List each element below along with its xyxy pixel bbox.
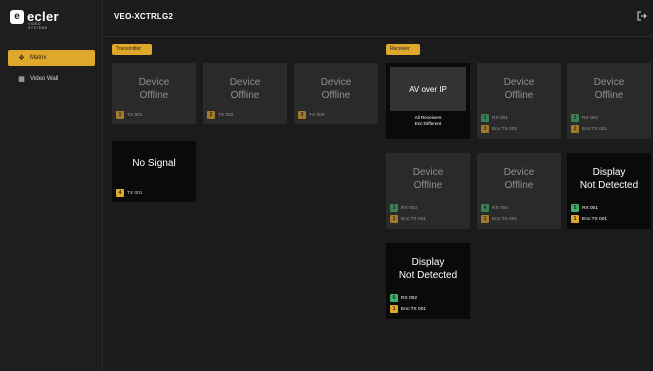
receiver-number-badge: 1 <box>481 114 489 122</box>
source-number-badge: 2 <box>207 111 215 119</box>
tile-encoder-row: 1 Enc:TX 001 <box>390 305 426 313</box>
receiver-name: RX 004 <box>492 205 508 211</box>
tile-status: Device Offline <box>138 77 170 101</box>
encoder-name: Enc:TX 003 <box>492 126 518 132</box>
tile-source-row: 3 TX 003 <box>298 111 324 119</box>
tile-receiver-row: 5 RX 001 <box>571 204 598 212</box>
encoder-number-badge: 1 <box>390 215 398 223</box>
tile-encoder-row: 1 Enc:TX 001 <box>571 125 607 133</box>
source-number-badge: 1 <box>116 111 124 119</box>
receiver-tile[interactable]: Device Offline 3 RX 003 1 Enc:TX 001 <box>386 153 470 229</box>
transmitter-tile[interactable]: Device Offline 3 TX 003 <box>294 63 378 124</box>
source-number-badge: 3 <box>298 111 306 119</box>
tile-source-row: 2 TX 002 <box>207 111 233 119</box>
source-number-badge: 4 <box>116 189 124 197</box>
tile-source-row: 4 TX 001 <box>116 189 142 197</box>
sidebar-item-matrix[interactable]: ✥ Matrix <box>8 50 95 66</box>
transmitter-section-label: Transmitter <box>112 44 152 55</box>
receiver-tile[interactable]: Device Offline 4 RX 004 1 Enc:TX 001 <box>477 153 561 229</box>
tile-status: Display Not Detected <box>398 257 458 281</box>
logo-mark-icon: e <box>10 10 24 24</box>
logo-subtitle: VIDEO SYSTEMS <box>28 22 48 30</box>
transmitter-tile[interactable]: No Signal 4 TX 001 <box>112 141 196 202</box>
sidebar-item-label: Video Wall <box>30 76 59 82</box>
encoder-name: Enc:TX 001 <box>582 126 608 132</box>
receiver-name: RX 002 <box>401 295 417 301</box>
sidebar-item-label: Matrix <box>30 55 47 61</box>
receiver-section-label: Receiver <box>386 44 420 55</box>
all-receivers-note: All Receivers Enc:Different <box>414 115 442 126</box>
top-bar: VEO-XCTRLG2 <box>104 0 653 37</box>
receiver-number-badge: 3 <box>390 204 398 212</box>
grid-icon: ▦ <box>18 76 25 83</box>
encoder-number-badge: 1 <box>390 305 398 313</box>
receiver-name: RX 003 <box>401 205 417 211</box>
tile-status: No Signal <box>132 158 176 169</box>
sidebar: e ecler VIDEO SYSTEMS ✥ Matrix ▦ Video W… <box>0 0 103 371</box>
encoder-number-badge: 1 <box>571 125 579 133</box>
source-name: TX 001 <box>127 112 143 118</box>
transmitter-tile[interactable]: Device Offline 2 TX 002 <box>203 63 287 124</box>
encoder-name: Enc:TX 001 <box>401 306 427 312</box>
sidebar-item-video-wall[interactable]: ▦ Video Wall <box>8 71 95 87</box>
encoder-number-badge: 3 <box>481 125 489 133</box>
ecler-logo: e ecler VIDEO SYSTEMS <box>10 8 59 30</box>
logout-icon[interactable] <box>637 11 647 23</box>
tile-source-row: 1 TX 001 <box>116 111 142 119</box>
receiver-tile[interactable]: Display Not Detected 6 RX 002 1 Enc:TX 00… <box>386 243 470 319</box>
tile-status: Device Offline <box>593 77 625 101</box>
av-over-ip-preview: AV over IP <box>390 67 466 111</box>
matrix-icon: ✥ <box>18 55 25 62</box>
tile-encoder-row: 1 Enc:TX 001 <box>481 215 517 223</box>
tile-encoder-row: 1 Enc:TX 001 <box>390 215 426 223</box>
device-name: VEO-XCTRLG2 <box>114 12 174 21</box>
tile-status: Device Offline <box>320 77 352 101</box>
tile-encoder-row: 3 Enc:TX 003 <box>481 125 517 133</box>
transmitter-tile[interactable]: Device Offline 1 TX 001 <box>112 63 196 124</box>
encoder-number-badge: 1 <box>571 215 579 223</box>
receiver-number-badge: 5 <box>571 204 579 212</box>
receiver-tile[interactable]: Device Offline 1 RX 001 3 Enc:TX 003 <box>477 63 561 139</box>
encoder-name: Enc:TX 001 <box>492 216 518 222</box>
tile-encoder-row: 1 Enc:TX 001 <box>571 215 607 223</box>
source-name: TX 001 <box>127 190 143 196</box>
tile-status: Device Offline <box>503 77 535 101</box>
receiver-number-badge: 6 <box>390 294 398 302</box>
tile-status: Display Not Detected <box>579 167 639 191</box>
encoder-name: Enc:TX 001 <box>582 216 608 222</box>
source-name: TX 003 <box>309 112 325 118</box>
tile-receiver-row: 6 RX 002 <box>390 294 417 302</box>
receiver-tile[interactable]: Display Not Detected 5 RX 001 1 Enc:TX 00… <box>567 153 651 229</box>
receiver-tile[interactable]: Device Offline 2 RX 002 1 Enc:TX 001 <box>567 63 651 139</box>
tile-receiver-row: 3 RX 003 <box>390 204 417 212</box>
source-name: TX 002 <box>218 112 234 118</box>
receiver-tile-all[interactable]: AV over IP All Receivers Enc:Different <box>386 63 470 139</box>
receiver-number-badge: 2 <box>571 114 579 122</box>
encoder-number-badge: 1 <box>481 215 489 223</box>
tile-receiver-row: 2 RX 002 <box>571 114 598 122</box>
receiver-name: RX 001 <box>582 205 598 211</box>
receiver-name: RX 001 <box>492 115 508 121</box>
receiver-name: RX 002 <box>582 115 598 121</box>
encoder-name: Enc:TX 001 <box>401 216 427 222</box>
tile-status: Device Offline <box>503 167 535 191</box>
tile-receiver-row: 4 RX 004 <box>481 204 508 212</box>
tile-status: Device Offline <box>229 77 261 101</box>
tile-status: Device Offline <box>412 167 444 191</box>
tile-receiver-row: 1 RX 001 <box>481 114 508 122</box>
receiver-number-badge: 4 <box>481 204 489 212</box>
